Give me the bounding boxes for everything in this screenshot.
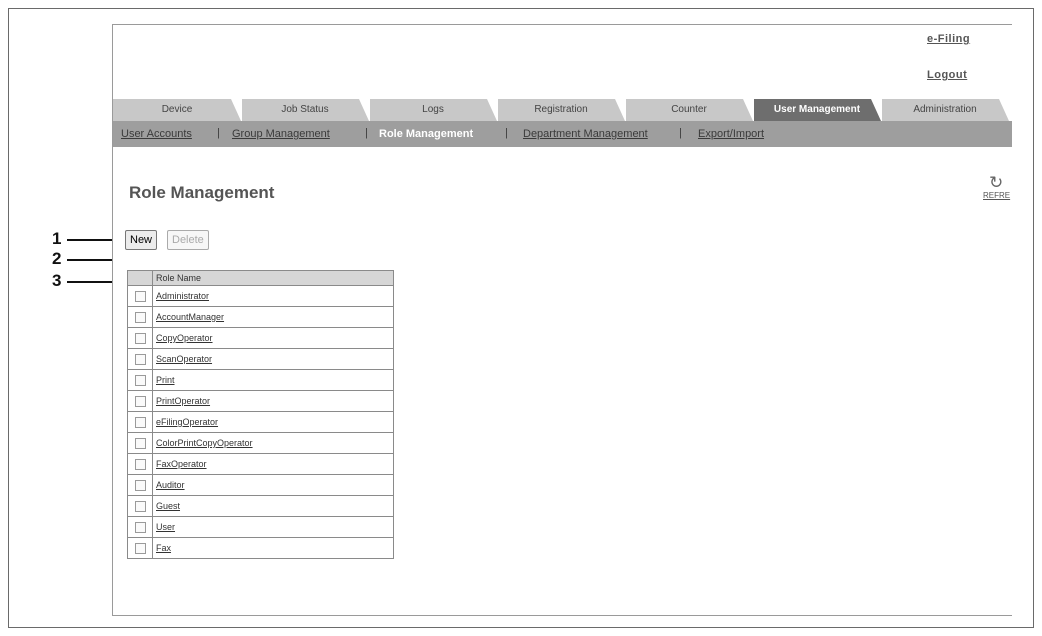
role-table: Role Name Administrator AccountManager C… <box>127 270 394 559</box>
row-checkbox[interactable] <box>134 290 146 302</box>
tab-user-management[interactable]: User Management <box>753 99 881 121</box>
subnav-bar: User Accounts | Group Management | Role … <box>113 121 1012 147</box>
table-row: FaxOperator <box>127 453 394 475</box>
tab-divider <box>881 99 882 121</box>
role-link-faxoperator[interactable]: FaxOperator <box>156 459 207 469</box>
tab-divider <box>753 99 754 121</box>
subnav-separator: | <box>217 127 220 139</box>
tab-divider <box>625 99 626 121</box>
tab-divider <box>241 99 242 121</box>
role-link-printoperator[interactable]: PrintOperator <box>156 396 210 406</box>
row-checkbox[interactable] <box>134 332 146 344</box>
row-checkbox[interactable] <box>134 500 146 512</box>
table-row: CopyOperator <box>127 327 394 349</box>
subnav-separator: | <box>365 127 368 139</box>
row-checkbox[interactable] <box>134 437 146 449</box>
table-row: AccountManager <box>127 306 394 328</box>
main-tabs: Device Job Status Logs Registration Coun… <box>113 99 1012 121</box>
role-link-print[interactable]: Print <box>156 375 175 385</box>
table-header-row: Role Name <box>127 270 394 286</box>
row-checkbox[interactable] <box>134 374 146 386</box>
role-link-fax[interactable]: Fax <box>156 543 171 553</box>
role-link-colorprintcopyoperator[interactable]: ColorPrintCopyOperator <box>156 438 253 448</box>
row-checkbox[interactable] <box>134 479 146 491</box>
logout-link[interactable]: Logout <box>927 69 967 81</box>
table-row: User <box>127 516 394 538</box>
tab-divider <box>497 99 498 121</box>
subnav-export-import[interactable]: Export/Import <box>698 128 764 140</box>
refresh-icon: ↻ <box>989 173 1004 192</box>
subnav-user-accounts[interactable]: User Accounts <box>121 128 192 140</box>
callout-3: 3 <box>52 271 62 290</box>
row-checkbox[interactable] <box>134 521 146 533</box>
tab-device[interactable]: Device <box>113 99 241 121</box>
tab-divider <box>369 99 370 121</box>
row-checkbox[interactable] <box>134 458 146 470</box>
role-link-accountmanager[interactable]: AccountManager <box>156 312 224 322</box>
page-title: Role Management <box>129 183 275 202</box>
refresh-button[interactable]: ↻ REFRE <box>983 173 1012 200</box>
delete-button[interactable]: Delete <box>167 230 209 250</box>
tab-counter[interactable]: Counter <box>625 99 753 121</box>
table-row: PrintOperator <box>127 390 394 412</box>
role-link-copyoperator[interactable]: CopyOperator <box>156 333 213 343</box>
table-row: eFilingOperator <box>127 411 394 433</box>
table-row: Fax <box>127 537 394 559</box>
subnav-role-management[interactable]: Role Management <box>379 128 473 140</box>
browser-content: e-Filing Logout Device Job Status Logs R… <box>112 24 1012 616</box>
tab-logs[interactable]: Logs <box>369 99 497 121</box>
subnav-group-management[interactable]: Group Management <box>232 128 330 140</box>
callout-2: 2 <box>52 249 62 268</box>
row-checkbox[interactable] <box>134 353 146 365</box>
table-row: Print <box>127 369 394 391</box>
table-row: Guest <box>127 495 394 517</box>
tab-job-status[interactable]: Job Status <box>241 99 369 121</box>
row-checkbox[interactable] <box>134 311 146 323</box>
efiling-link[interactable]: e-Filing <box>927 33 970 45</box>
callout-1: 1 <box>52 229 62 248</box>
role-link-user[interactable]: User <box>156 522 175 532</box>
table-row: Administrator <box>127 285 394 307</box>
row-checkbox[interactable] <box>134 542 146 554</box>
subnav-department-management[interactable]: Department Management <box>523 128 648 140</box>
tab-administration[interactable]: Administration <box>881 99 1009 121</box>
table-row: ColorPrintCopyOperator <box>127 432 394 454</box>
table-row: ScanOperator <box>127 348 394 370</box>
table-row: Auditor <box>127 474 394 496</box>
role-name-header: Role Name <box>152 270 394 286</box>
new-button[interactable]: New <box>125 230 158 250</box>
role-link-efilingoperator[interactable]: eFilingOperator <box>156 417 218 427</box>
subnav-separator: | <box>505 127 508 139</box>
select-column-header <box>127 270 153 286</box>
role-link-administrator[interactable]: Administrator <box>156 291 209 301</box>
role-link-auditor[interactable]: Auditor <box>156 480 185 490</box>
role-link-scanoperator[interactable]: ScanOperator <box>156 354 212 364</box>
role-link-guest[interactable]: Guest <box>156 501 180 511</box>
row-checkbox[interactable] <box>134 395 146 407</box>
row-checkbox[interactable] <box>134 416 146 428</box>
refresh-label: REFRE <box>983 191 1011 200</box>
tab-registration[interactable]: Registration <box>497 99 625 121</box>
subnav-separator: | <box>679 127 682 139</box>
